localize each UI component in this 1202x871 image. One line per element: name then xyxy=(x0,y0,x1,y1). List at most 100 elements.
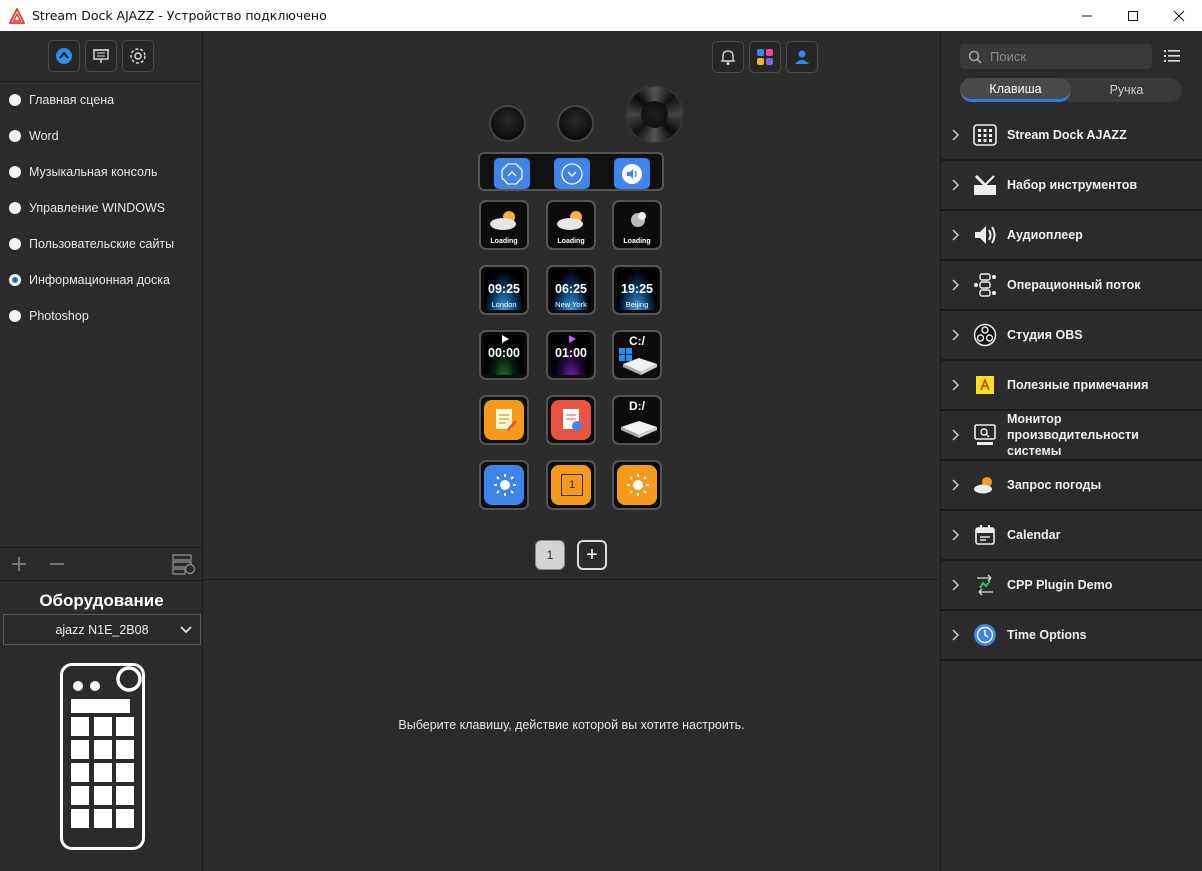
presentation-button[interactable] xyxy=(85,40,117,72)
key-weather-2[interactable]: Loading xyxy=(546,200,596,250)
scene-manage-icon[interactable] xyxy=(172,553,196,575)
scene-radio[interactable] xyxy=(9,202,21,214)
maximize-icon[interactable] xyxy=(1110,0,1156,31)
category-obs[interactable]: Студия OBS xyxy=(941,311,1202,361)
store-button[interactable] xyxy=(48,40,80,72)
strip-key-up[interactable] xyxy=(494,158,530,189)
tab-key[interactable]: Клавиша xyxy=(960,78,1071,102)
category-label: Набор инструментов xyxy=(1007,178,1138,192)
close-icon[interactable] xyxy=(1156,0,1202,31)
category-audio-player[interactable]: Аудиоплеер xyxy=(941,211,1202,261)
action-tabs: Клавиша Ручка xyxy=(960,78,1182,102)
category-system-monitor[interactable]: Монитор производительности системы xyxy=(941,411,1202,461)
clock-city: New York xyxy=(555,300,587,309)
scene-item-selected[interactable]: Информационная доска xyxy=(0,262,202,298)
key-clock-london[interactable]: 09:25 London xyxy=(479,265,529,315)
category-calendar[interactable]: Calendar xyxy=(941,511,1202,561)
knob-large[interactable] xyxy=(625,85,684,144)
scene-item[interactable]: Photoshop xyxy=(0,298,202,334)
category-weather[interactable]: Запрос погоды xyxy=(941,461,1202,511)
key-brightness-orange[interactable] xyxy=(612,460,662,510)
knob-2[interactable] xyxy=(557,105,594,142)
left-toolbar xyxy=(0,31,202,82)
plugins-icon xyxy=(757,49,773,65)
key-task-list[interactable] xyxy=(546,395,596,445)
weather-status: Loading xyxy=(623,238,651,245)
category-stream-dock[interactable]: Stream Dock AJAZZ xyxy=(941,111,1202,161)
scene-radio[interactable] xyxy=(9,94,21,106)
user-icon xyxy=(795,50,809,64)
remove-scene-icon[interactable] xyxy=(49,556,65,572)
list-view-icon[interactable] xyxy=(1164,49,1180,63)
touch-strip xyxy=(478,152,664,191)
category-label: Полезные примечания xyxy=(1007,378,1149,392)
scene-item[interactable]: Управление WINDOWS xyxy=(0,190,202,226)
scene-item[interactable]: Главная сцена xyxy=(0,82,202,118)
clock-time: 19:25 xyxy=(621,282,653,296)
bell-icon xyxy=(721,50,735,65)
category-label: Аудиоплеер xyxy=(1007,228,1083,242)
category-label: Calendar xyxy=(1007,528,1061,542)
chevron-right-icon xyxy=(941,179,971,191)
flow-icon xyxy=(971,271,999,299)
category-workflow[interactable]: Операционный поток xyxy=(941,261,1202,311)
knob-1[interactable] xyxy=(489,105,526,142)
minimize-icon[interactable] xyxy=(1064,0,1110,31)
chevron-right-icon xyxy=(941,329,971,341)
category-time-options[interactable]: Time Options xyxy=(941,611,1202,661)
add-scene-icon[interactable] xyxy=(11,556,27,572)
weather-status: Loading xyxy=(490,238,518,245)
scene-item[interactable]: Word xyxy=(0,118,202,154)
weather-status: Loading xyxy=(557,238,585,245)
monitor-icon xyxy=(971,421,999,449)
gear-icon xyxy=(130,48,146,64)
search-icon xyxy=(968,50,982,64)
notifications-button[interactable] xyxy=(712,41,744,73)
chevron-right-icon xyxy=(941,579,971,591)
category-cpp-plugin[interactable]: CPP Plugin Demo xyxy=(941,561,1202,611)
chevron-right-icon xyxy=(941,129,971,141)
key-weather-3[interactable]: Loading xyxy=(612,200,662,250)
scene-label: Word xyxy=(29,129,59,143)
key-clock-newyork[interactable]: 06:25 New York xyxy=(546,265,596,315)
scene-radio[interactable] xyxy=(9,166,21,178)
account-button[interactable] xyxy=(786,41,818,73)
title-bar: Stream Dock AJAZZ - Устройство подключен… xyxy=(0,0,1202,31)
key-brightness-blue[interactable] xyxy=(479,460,529,510)
scene-radio[interactable] xyxy=(9,130,21,142)
search-placeholder: Поиск xyxy=(990,49,1027,64)
scene-radio[interactable] xyxy=(9,310,21,322)
scene-radio[interactable] xyxy=(9,238,21,250)
scene-item[interactable]: Музыкальная консоль xyxy=(0,154,202,190)
key-drive-c[interactable]: C:/ xyxy=(612,330,662,380)
strip-key-volume[interactable] xyxy=(614,158,650,189)
tab-knob[interactable]: Ручка xyxy=(1071,78,1182,102)
scene-list: Главная сцена Word Музыкальная консоль У… xyxy=(0,82,202,334)
key-clock-beijing[interactable]: 19:25 Beijing xyxy=(612,265,662,315)
category-label: Монитор производительности системы xyxy=(1007,412,1139,458)
counter-value: 1 xyxy=(561,474,583,496)
strip-key-down[interactable] xyxy=(554,158,590,189)
key-timer-1[interactable]: 00:00 xyxy=(479,330,529,380)
key-weather-1[interactable]: Loading xyxy=(479,200,529,250)
clock-time: 09:25 xyxy=(488,282,520,296)
hardware-title: Оборудование xyxy=(39,591,164,610)
plugins-button[interactable] xyxy=(749,41,781,73)
clock-time: 06:25 xyxy=(555,282,587,296)
add-page-button[interactable]: + xyxy=(577,540,607,570)
key-drive-d[interactable]: D:/ xyxy=(612,395,662,445)
key-counter[interactable]: 1 xyxy=(546,460,596,510)
search-input[interactable]: Поиск xyxy=(960,44,1152,69)
key-timer-2[interactable]: 01:00 xyxy=(546,330,596,380)
scene-actions-bar xyxy=(0,547,203,581)
scene-radio-selected[interactable] xyxy=(9,274,21,286)
category-toolkit[interactable]: Набор инструментов xyxy=(941,161,1202,211)
timer-value: 00:00 xyxy=(488,346,520,360)
key-notes[interactable] xyxy=(479,395,529,445)
page-1-button[interactable]: 1 xyxy=(535,540,565,570)
settings-button[interactable] xyxy=(122,40,154,72)
device-select[interactable]: ajazz N1E_2B08 xyxy=(3,614,201,645)
category-sticky-notes[interactable]: Полезные примечания xyxy=(941,361,1202,411)
scene-item[interactable]: Пользовательские сайты xyxy=(0,226,202,262)
category-label: CPP Plugin Demo xyxy=(1007,578,1113,592)
